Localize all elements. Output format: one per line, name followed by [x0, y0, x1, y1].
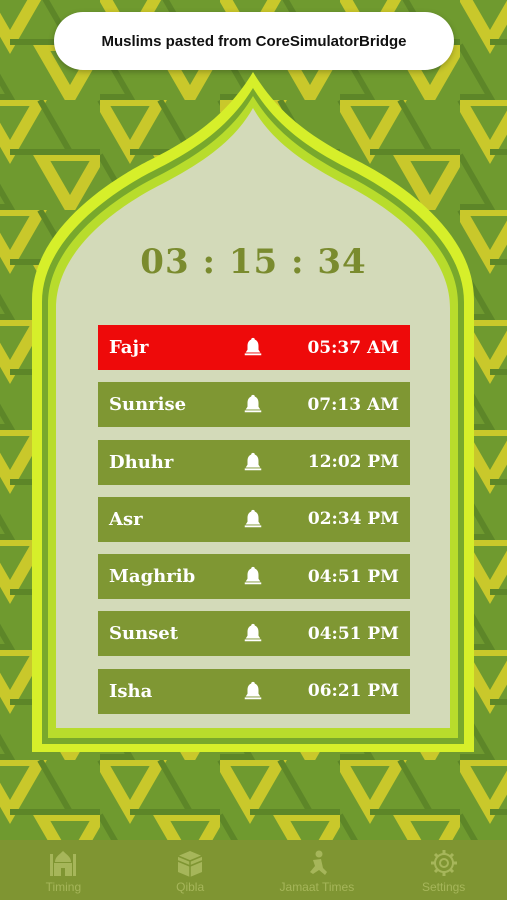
bell-icon[interactable]: [242, 680, 264, 702]
kaaba-icon: [177, 851, 203, 877]
prayer-name: Dhuhr: [109, 451, 174, 473]
tab-jamaat-times[interactable]: Jamaat Times: [254, 840, 381, 900]
prayer-time: 12:02 PM: [307, 452, 399, 473]
prayer-time: 04:51 PM: [307, 623, 399, 644]
prayer-list: Fajr 05:37 AM Sunrise 07:13 AM Dhuhr 12:…: [98, 325, 410, 726]
prayer-name: Asr: [109, 508, 143, 530]
prayer-row-dhuhr[interactable]: Dhuhr 12:02 PM: [98, 439, 410, 485]
prayer-row-asr[interactable]: Asr 02:34 PM: [98, 496, 410, 542]
mosque-icon: [50, 851, 77, 876]
bell-icon[interactable]: [242, 622, 264, 644]
bell-icon[interactable]: [242, 508, 264, 530]
tab-bar: Timing Qibla Jamaat Times Settings: [0, 840, 507, 900]
prayer-name: Sunset: [109, 623, 179, 645]
prayer-time: 02:34 PM: [307, 509, 399, 530]
prayer-name: Isha: [109, 680, 153, 702]
prayer-time: 07:13 AM: [307, 394, 399, 415]
prayer-name: Sunrise: [109, 394, 187, 416]
praying-person-icon: [309, 850, 327, 875]
prayer-row-maghrib[interactable]: Maghrib 04:51 PM: [98, 554, 410, 600]
bell-icon[interactable]: [242, 451, 264, 473]
tab-settings[interactable]: Settings: [380, 840, 507, 900]
prayer-time: 05:37 AM: [307, 337, 399, 358]
prayer-name: Maghrib: [109, 566, 196, 588]
prayer-row-sunrise[interactable]: Sunrise 07:13 AM: [98, 382, 410, 428]
tab-label: Timing: [45, 880, 82, 894]
tab-label: Settings: [421, 880, 466, 894]
prayer-name: Fajr: [109, 337, 149, 358]
gear-icon: [430, 850, 457, 876]
tab-label: Qibla: [176, 880, 205, 894]
prayer-row-fajr[interactable]: Fajr 05:37 AM: [98, 325, 410, 370]
bell-icon[interactable]: [242, 336, 264, 358]
bell-icon[interactable]: [242, 393, 264, 415]
tab-qibla[interactable]: Qibla: [127, 840, 254, 900]
prayer-time: 06:21 PM: [307, 681, 399, 702]
tab-timing[interactable]: Timing: [0, 840, 127, 900]
tab-label: Jamaat Times: [279, 880, 355, 894]
countdown-timer: 03 : 15 : 34: [140, 242, 367, 282]
prayer-time: 04:51 PM: [307, 566, 399, 587]
bell-icon[interactable]: [242, 565, 264, 587]
prayer-row-isha[interactable]: Isha 06:21 PM: [98, 668, 410, 714]
prayer-row-sunset[interactable]: Sunset 04:51 PM: [98, 611, 410, 657]
